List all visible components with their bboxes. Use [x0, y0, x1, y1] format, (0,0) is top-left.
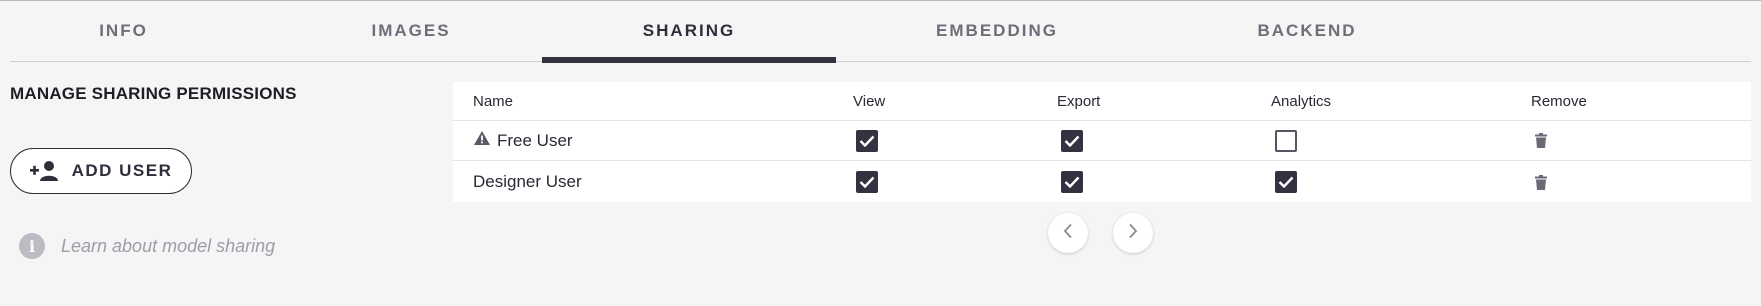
section-title: MANAGE SHARING PERMISSIONS	[10, 84, 297, 103]
analytics-checkbox[interactable]	[1275, 129, 1297, 152]
user-name-cell: Designer User	[473, 162, 582, 202]
header-remove: Remove	[1531, 92, 1587, 110]
export-checkbox-cell	[1061, 121, 1083, 160]
view-checkbox[interactable]	[856, 129, 878, 152]
view-checkbox-cell	[856, 162, 878, 202]
tab-info[interactable]: INFO	[10, 0, 237, 62]
tab-embedding[interactable]: EMBEDDING	[850, 0, 1144, 62]
prev-page-button[interactable]	[1048, 213, 1088, 253]
analytics-checkbox[interactable]	[1275, 171, 1297, 193]
trash-icon[interactable]	[1535, 121, 1547, 160]
chevron-left-icon	[1063, 223, 1073, 244]
user-name-cell: Free User	[473, 121, 573, 160]
trash-icon[interactable]	[1535, 162, 1547, 202]
user-name: Designer User	[473, 172, 582, 191]
table-row: Free User	[453, 121, 1751, 161]
export-checkbox-cell	[1061, 162, 1083, 202]
header-view: View	[853, 92, 886, 110]
add-user-button[interactable]: ADD USER	[10, 148, 192, 194]
header-name: Name	[473, 92, 514, 110]
tab-images[interactable]: IMAGES	[268, 0, 554, 62]
person-add-icon	[29, 160, 60, 182]
warning-icon	[473, 130, 491, 151]
analytics-checkbox-cell	[1275, 121, 1297, 160]
add-user-label: ADD USER	[71, 161, 173, 180]
header-export: Export	[1057, 92, 1101, 110]
tab-backend[interactable]: BACKEND	[1160, 0, 1454, 62]
next-page-button[interactable]	[1113, 213, 1153, 253]
info-icon: i	[19, 233, 45, 259]
export-checkbox[interactable]	[1061, 129, 1083, 152]
learn-link-label: Learn about model sharing	[61, 235, 276, 256]
permissions-table: Name View Export Analytics Remove Free U…	[453, 82, 1751, 202]
table-header-row: Name View Export Analytics Remove	[453, 82, 1751, 121]
chevron-right-icon	[1128, 223, 1138, 244]
tab-bar: INFO IMAGES SHARING EMBEDDING BACKEND	[10, 0, 1751, 63]
learn-link[interactable]: i Learn about model sharing	[19, 232, 275, 260]
user-name: Free User	[497, 130, 573, 150]
header-analytics: Analytics	[1271, 92, 1332, 110]
analytics-checkbox-cell	[1275, 162, 1297, 202]
export-checkbox[interactable]	[1061, 171, 1083, 193]
tab-sharing[interactable]: SHARING	[542, 0, 836, 63]
table-row: Designer User	[453, 162, 1751, 202]
view-checkbox-cell	[856, 121, 878, 160]
view-checkbox[interactable]	[856, 171, 878, 193]
